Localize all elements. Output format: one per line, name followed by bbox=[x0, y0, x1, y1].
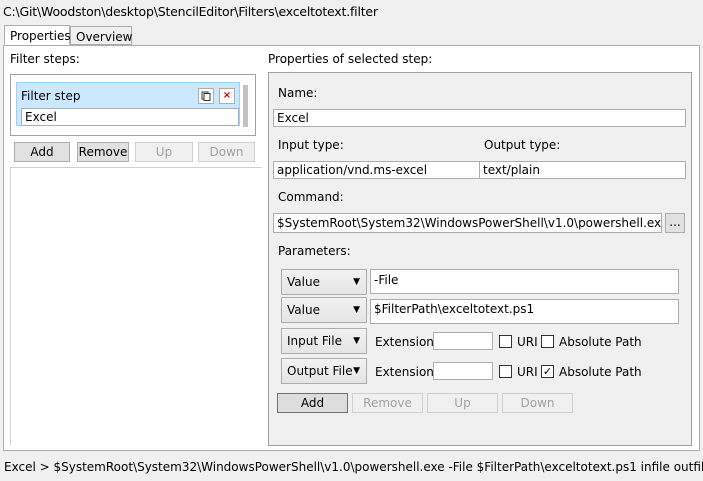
parameter-value-field[interactable]: $FilterPath\exceltotext.ps1 bbox=[370, 299, 679, 324]
filter-step-value[interactable]: Excel bbox=[21, 108, 239, 126]
properties-groupbox bbox=[268, 72, 692, 446]
copy-icon[interactable] bbox=[198, 88, 214, 104]
parameter-type-select[interactable]: Input File ▼ bbox=[281, 328, 367, 354]
move-step-up-button[interactable]: Up bbox=[135, 142, 193, 162]
parameter-type-value: Output File bbox=[287, 364, 353, 378]
parameter-value-field[interactable]: -File bbox=[370, 269, 679, 294]
status-bar: Excel > $SystemRoot\System32\WindowsPowe… bbox=[0, 455, 703, 481]
properties-heading: Properties of selected step: bbox=[268, 52, 433, 66]
remove-parameter-button[interactable]: Remove bbox=[352, 393, 423, 413]
chevron-down-icon: ▼ bbox=[353, 336, 360, 346]
output-file-uri-checkbox[interactable] bbox=[499, 365, 512, 378]
left-panel-divider bbox=[10, 167, 262, 168]
uri-label: URI bbox=[517, 335, 538, 349]
input-file-extension-field[interactable] bbox=[433, 332, 493, 350]
move-step-down-button[interactable]: Down bbox=[198, 142, 255, 162]
filter-step-label: Filter step bbox=[21, 89, 81, 103]
tab-overview[interactable]: Overview bbox=[70, 26, 133, 45]
extension-label: Extension: bbox=[375, 365, 438, 379]
list-scrollbar[interactable] bbox=[243, 85, 248, 127]
add-step-button[interactable]: Add bbox=[14, 142, 70, 162]
chevron-down-icon: ▼ bbox=[353, 366, 360, 376]
extension-label: Extension: bbox=[375, 335, 438, 349]
parameter-type-select[interactable]: Output File ▼ bbox=[281, 358, 367, 384]
move-parameter-up-button[interactable]: Up bbox=[427, 393, 498, 413]
add-parameter-button[interactable]: Add bbox=[277, 393, 348, 413]
chevron-down-icon: ▼ bbox=[353, 305, 360, 315]
browse-command-button[interactable]: ... bbox=[665, 213, 685, 233]
tab-properties[interactable]: Properties bbox=[4, 25, 71, 45]
input-file-absolute-path-checkbox[interactable] bbox=[541, 335, 554, 348]
parameter-type-value: Input File bbox=[287, 334, 342, 348]
parameter-type-select[interactable]: Value ▼ bbox=[281, 297, 367, 323]
input-type-label: Input type: bbox=[278, 138, 344, 152]
output-type-label: Output type: bbox=[484, 138, 561, 152]
parameter-type-select[interactable]: Value ▼ bbox=[281, 269, 367, 295]
output-type-field[interactable]: text/plain bbox=[479, 161, 686, 179]
left-panel-border bbox=[10, 167, 11, 445]
parameter-type-value: Value bbox=[287, 303, 320, 317]
close-icon[interactable]: × bbox=[219, 88, 235, 104]
chevron-down-icon: ▼ bbox=[353, 277, 360, 287]
uri-label: URI bbox=[517, 365, 538, 379]
absolute-path-label: Absolute Path bbox=[559, 365, 642, 379]
remove-step-button[interactable]: Remove bbox=[77, 142, 129, 162]
command-label: Command: bbox=[278, 190, 344, 204]
move-parameter-down-button[interactable]: Down bbox=[502, 393, 573, 413]
output-file-extension-field[interactable] bbox=[433, 362, 493, 380]
name-field[interactable]: Excel bbox=[273, 109, 686, 127]
input-file-uri-checkbox[interactable] bbox=[499, 335, 512, 348]
input-type-field[interactable]: application/vnd.ms-excel bbox=[273, 161, 480, 179]
output-file-absolute-path-checkbox[interactable]: ✓ bbox=[541, 365, 554, 378]
window-title: C:\Git\Woodston\desktop\StencilEditor\Fi… bbox=[3, 4, 378, 19]
parameter-type-value: Value bbox=[287, 275, 320, 289]
filter-steps-heading: Filter steps: bbox=[10, 52, 80, 66]
command-field[interactable]: $SystemRoot\System32\WindowsPowerShell\v… bbox=[273, 213, 662, 233]
name-label: Name: bbox=[278, 86, 318, 100]
parameters-label: Parameters: bbox=[278, 244, 351, 258]
absolute-path-label: Absolute Path bbox=[559, 335, 642, 349]
check-icon: ✓ bbox=[542, 365, 553, 378]
